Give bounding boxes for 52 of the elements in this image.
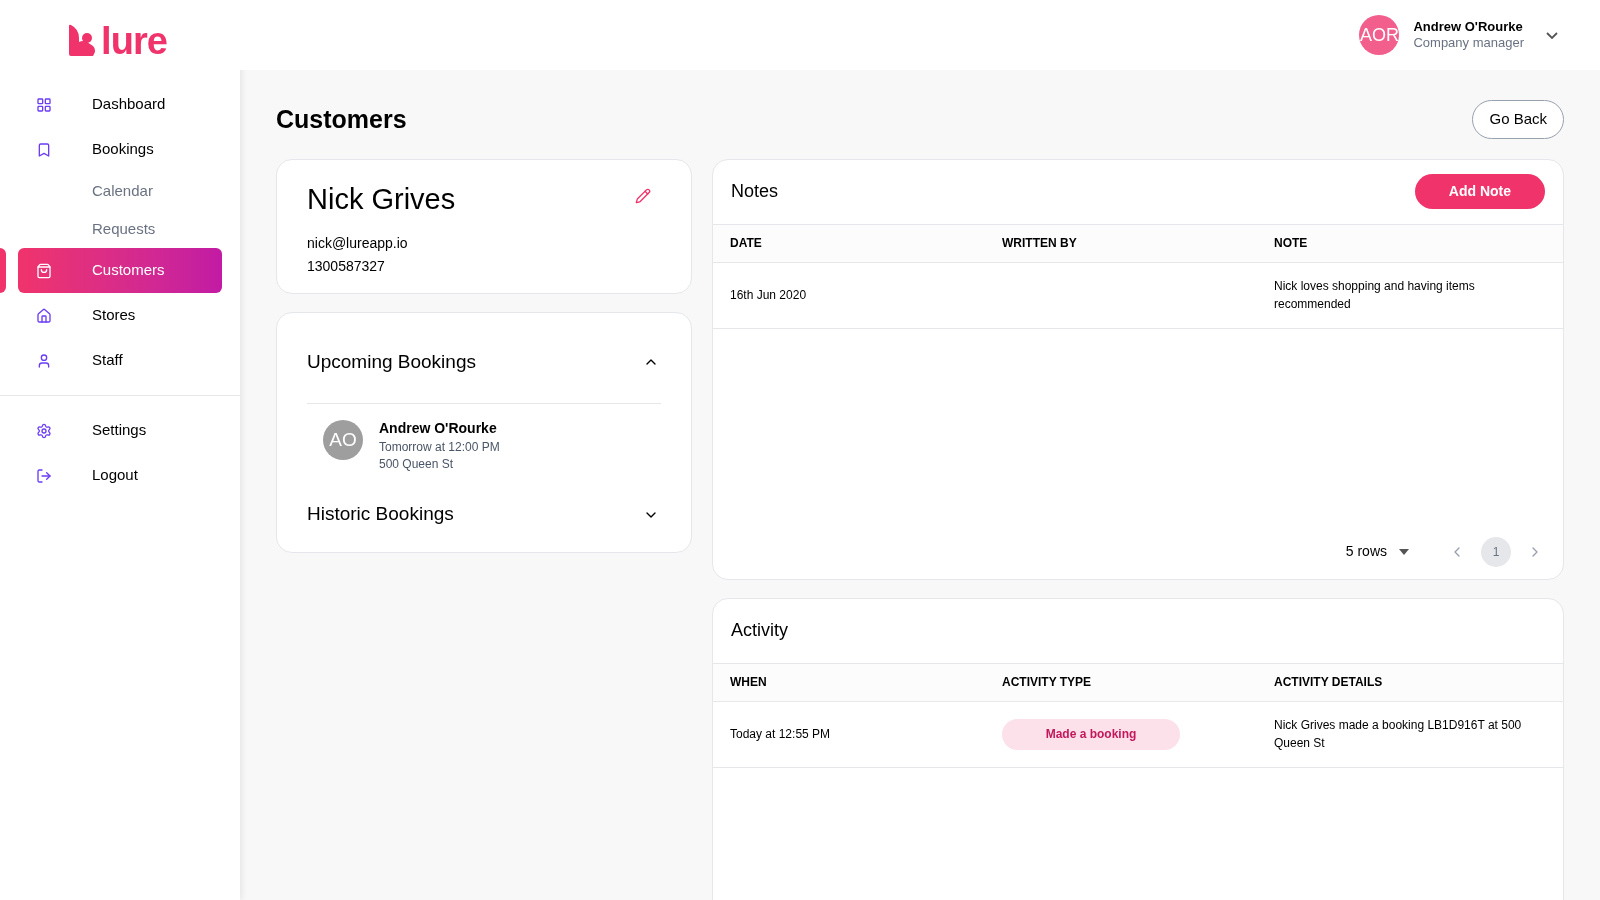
nav-item[interactable]: Dashboard [18, 82, 222, 127]
column-header: WHEN [730, 674, 768, 691]
grid-icon [36, 96, 52, 113]
user-name: Andrew O'Rourke [1413, 18, 1524, 35]
column-header: WRITTEN BY [1002, 235, 1078, 252]
customer-name: Nick Grives [307, 181, 456, 217]
logo-text: lure [101, 22, 167, 60]
booking-location: 500 Queen St [379, 456, 455, 472]
go-back-button[interactable]: Go Back [1472, 100, 1564, 139]
customer-email: nick@lureapp.io [307, 234, 409, 253]
add-note-button[interactable]: Add Note [1414, 174, 1545, 209]
shopping-bag-icon [36, 262, 52, 279]
nav-item[interactable]: Staff [18, 338, 222, 383]
edit-icon[interactable] [635, 187, 651, 204]
logo-icon [67, 24, 98, 58]
nav-subitem[interactable]: Requests [92, 217, 156, 241]
nav-item[interactable]: Logout [18, 453, 222, 498]
page-button[interactable]: 1 [1481, 536, 1511, 567]
user-role: Company manager [1413, 35, 1524, 52]
nav-item[interactable]: Customers [18, 248, 222, 293]
nav-item[interactable]: Bookings [18, 127, 222, 172]
logout-icon [36, 467, 52, 484]
table-cell-text: Nick loves shopping and having items recommended [1274, 278, 1476, 313]
bookings-section-toggle[interactable]: Historic Bookings [307, 487, 661, 542]
user-menu[interactable]: AOR Andrew O'Rourke Company manager [1359, 15, 1558, 55]
user-icon [36, 352, 52, 369]
nav-item[interactable]: Stores [18, 293, 222, 338]
booking-name: Andrew O'Rourke [379, 420, 498, 438]
nav-subitem[interactable]: Calendar [92, 179, 153, 203]
column-header: ACTIVITY TYPE [1002, 674, 1093, 691]
booking-avatar: AO [323, 420, 363, 460]
house-icon [36, 307, 52, 324]
notes-title: Notes [731, 180, 779, 203]
table-cell-text: Today at 12:55 PM [730, 726, 832, 743]
column-header: DATE [730, 235, 763, 252]
dropdown-triangle-icon [1399, 548, 1409, 555]
settings-icon [36, 422, 52, 439]
activity-type-tag: Made a booking [1002, 718, 1180, 750]
page-title: Customers [276, 103, 407, 135]
chevron-down-icon [1546, 31, 1558, 39]
activity-title: Activity [731, 619, 788, 642]
column-header: ACTIVITY DETAILS [1274, 674, 1384, 691]
nav-item[interactable]: Settings [18, 408, 222, 453]
column-header: NOTE [1274, 235, 1309, 252]
bookmark-icon [36, 141, 52, 158]
table-cell-text: 16th Jun 2020 [730, 287, 808, 304]
rows-per-page-select[interactable]: 5 rows [1345, 541, 1409, 562]
user-avatar: AOR [1359, 15, 1400, 55]
booking-time: Tomorrow at 12:00 PM [379, 439, 500, 455]
bookings-section-toggle[interactable]: Upcoming Bookings [307, 335, 661, 389]
customer-phone: 1300587327 [307, 257, 386, 276]
table-cell-text: Nick Grives made a booking LB1D916T at 500 Queen St [1274, 717, 1523, 752]
